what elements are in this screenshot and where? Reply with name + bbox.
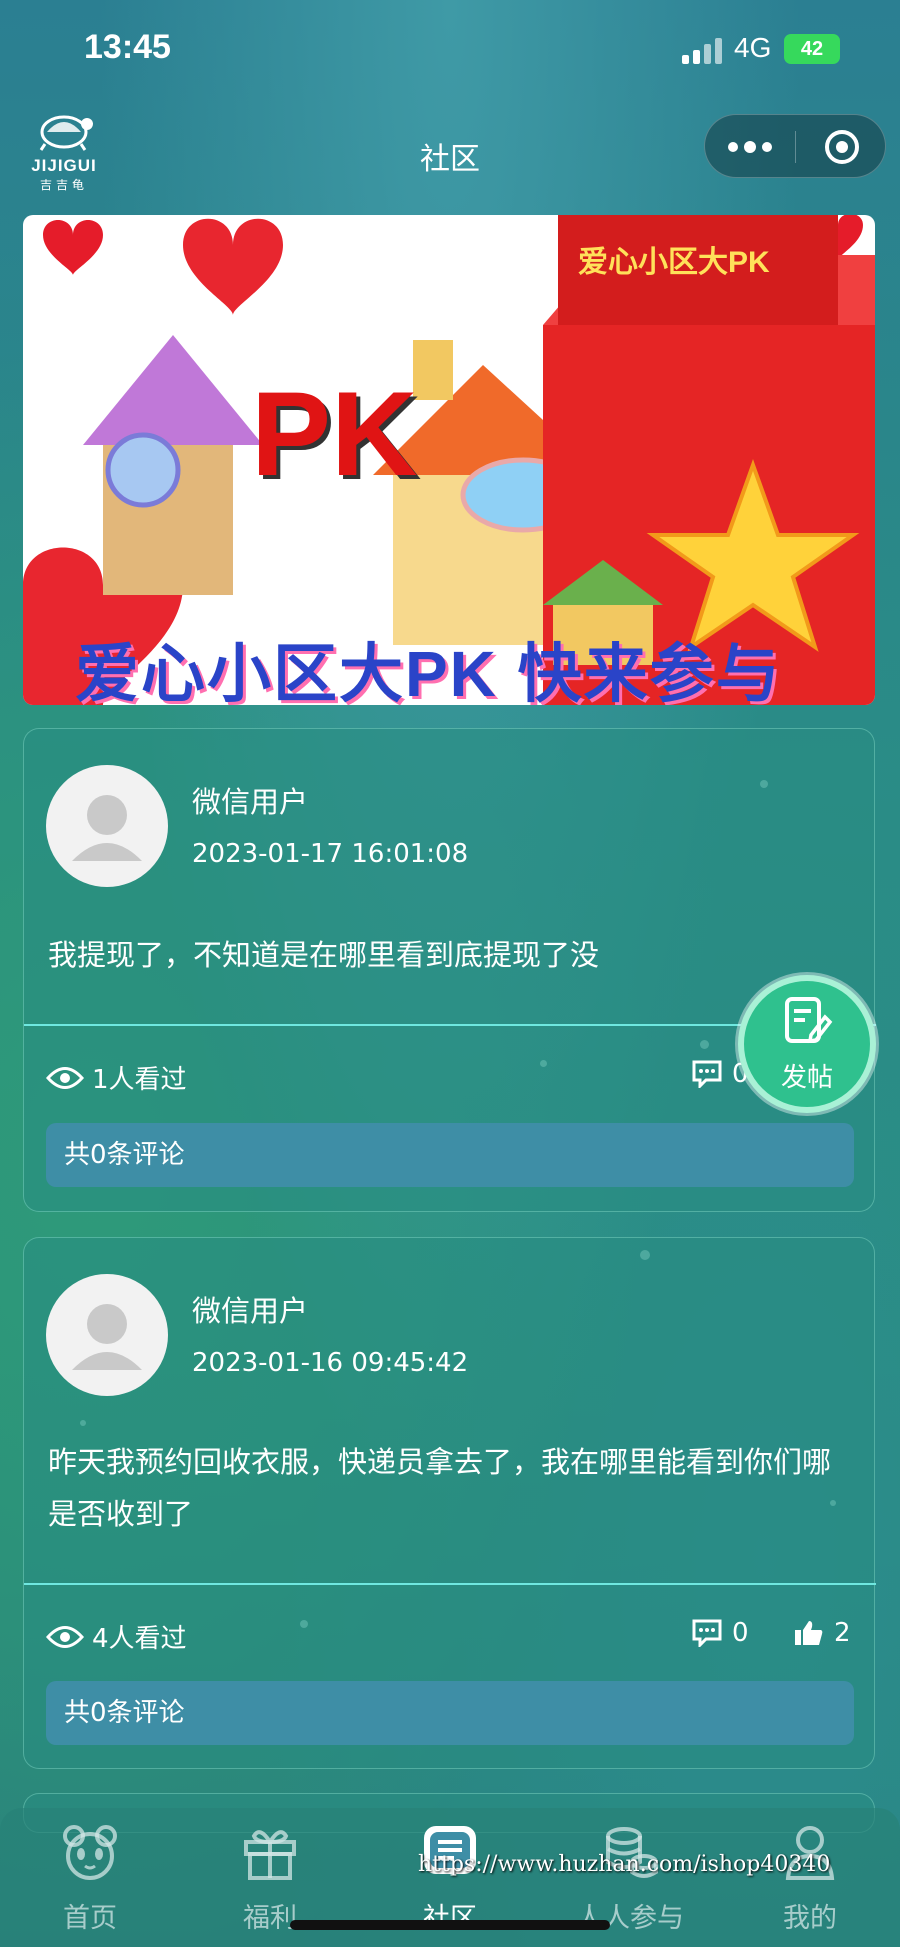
tab-label: 首页 bbox=[63, 1903, 117, 1934]
post-timestamp: 2023-01-16 09:45:42 bbox=[192, 1348, 469, 1378]
like-count[interactable]: 2 bbox=[794, 1618, 851, 1648]
banner-slogan: 爱心小区大PK 快来参与 bbox=[75, 638, 782, 705]
post-content: 昨天我预约回收衣服，快递员拿去了，我在哪里能看到你们哪是否收到了 bbox=[48, 1445, 832, 1531]
home-indicator[interactable] bbox=[290, 1920, 610, 1930]
view-count: 4人看过 bbox=[46, 1618, 187, 1655]
network-type: 4G bbox=[734, 32, 772, 63]
view-count: 1人看过 bbox=[46, 1059, 187, 1096]
tab-label: 我的 bbox=[783, 1903, 837, 1934]
divider bbox=[24, 1583, 876, 1585]
comment-summary[interactable]: 共0条评论 bbox=[46, 1681, 854, 1745]
banner-pk-text: PK bbox=[251, 367, 418, 501]
like-count-text: 2 bbox=[834, 1618, 851, 1648]
thumbs-up-icon bbox=[795, 1621, 823, 1645]
tab-community[interactable]: 社区 bbox=[380, 1822, 520, 1935]
more-button[interactable] bbox=[705, 115, 795, 179]
new-post-label: 发帖 bbox=[780, 1063, 833, 1093]
avatar[interactable] bbox=[46, 1274, 168, 1396]
signal-icon bbox=[682, 38, 726, 64]
comment-icon bbox=[692, 1060, 722, 1088]
new-post-button[interactable]: 发帖 bbox=[738, 975, 876, 1113]
tab-participate[interactable]: 人人参与 bbox=[560, 1822, 700, 1935]
eye-icon bbox=[46, 1066, 84, 1089]
status-bar: 13:45 4G 42 bbox=[0, 0, 900, 100]
default-avatar-icon bbox=[72, 1304, 142, 1370]
post-username: 微信用户 bbox=[192, 1294, 309, 1328]
post-timestamp: 2023-01-17 16:01:08 bbox=[192, 839, 469, 869]
logo-subtext: 吉吉龟 bbox=[39, 178, 88, 192]
view-count-text: 1人看过 bbox=[92, 1065, 187, 1095]
tab-home[interactable]: 首页 bbox=[20, 1822, 160, 1935]
comment-icon bbox=[692, 1619, 722, 1647]
miniprogram-capsule bbox=[704, 114, 886, 178]
comment-count-text: 0 bbox=[732, 1618, 749, 1648]
battery-icon: 42 bbox=[784, 34, 840, 64]
dot-icon bbox=[728, 142, 738, 152]
battery-level: 42 bbox=[800, 38, 824, 60]
dot-icon bbox=[744, 141, 756, 153]
target-close-icon bbox=[824, 130, 859, 164]
post-content: 我提现了，不知道是在哪里看到底提现了没 bbox=[48, 938, 600, 972]
post-card[interactable]: 微信用户 2023-01-16 09:45:42 昨天我预约回收衣服，快递员拿去… bbox=[23, 1237, 876, 1769]
close-miniprogram-button[interactable] bbox=[796, 115, 887, 179]
default-avatar-icon bbox=[72, 795, 142, 861]
watermark-text: https://www.huzhan.com/ishop40340 bbox=[418, 1852, 831, 1877]
promo-banner[interactable]: 爱心小区大PK PK 爱心小区大PK 快来参与 bbox=[23, 215, 875, 705]
comment-count[interactable]: 0 bbox=[692, 1618, 749, 1648]
banner-box-caption: 爱心小区大PK bbox=[578, 246, 770, 279]
post-username: 微信用户 bbox=[192, 785, 309, 819]
avatar[interactable] bbox=[46, 765, 168, 887]
dot-icon bbox=[762, 142, 772, 152]
tab-welfare[interactable]: 福利 bbox=[200, 1822, 340, 1935]
gift-icon bbox=[244, 1830, 296, 1880]
view-count-text: 4人看过 bbox=[92, 1624, 187, 1654]
status-time: 13:45 bbox=[84, 28, 171, 66]
eye-icon bbox=[46, 1625, 84, 1648]
post-card[interactable]: 微信用户 2023-01-17 16:01:08 我提现了，不知道是在哪里看到底… bbox=[23, 728, 876, 1212]
edit-icon bbox=[785, 997, 833, 1044]
panda-icon bbox=[63, 1825, 117, 1880]
tab-profile[interactable]: 我的 bbox=[740, 1822, 880, 1935]
comment-summary[interactable]: 共0条评论 bbox=[46, 1123, 854, 1187]
